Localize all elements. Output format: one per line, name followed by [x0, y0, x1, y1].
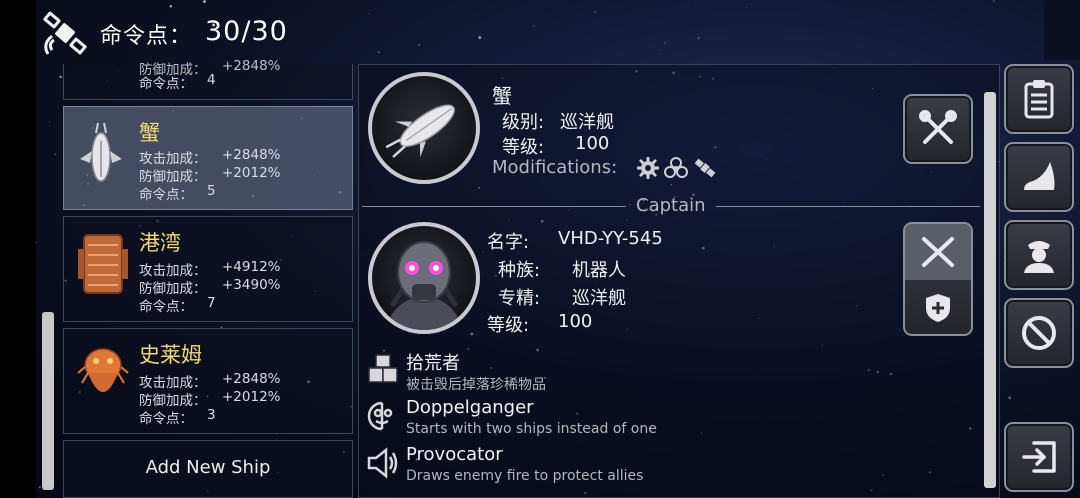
command-points-label: 命令点：: [100, 24, 193, 49]
captain-section-label: Captain: [636, 195, 706, 216]
captain-spec-label: 专精:: [498, 288, 541, 309]
ship-silhouette-icon: [1024, 162, 1055, 190]
star: [664, 42, 666, 44]
crossed-swords-icon: [922, 237, 954, 267]
star: [377, 51, 380, 54]
star: [695, 3, 697, 5]
captain-portrait: [368, 222, 480, 334]
ship-defense-stat: 防御加成： +2012%: [139, 389, 281, 409]
captain-race-label: 种族:: [498, 260, 541, 281]
star: [38, 486, 41, 489]
ship-command-stat: 命令点： 5: [139, 183, 216, 203]
captain-race-value: 机器人: [572, 260, 626, 281]
ship-card[interactable]: 防御加成： +2848% 命令点： 4: [63, 58, 353, 100]
star: [49, 121, 51, 123]
gear-icon: [636, 156, 660, 180]
ship-harbor-image: [78, 229, 128, 299]
detail-scrollbar[interactable]: [984, 92, 996, 488]
crates-icon: [366, 352, 400, 386]
ship-modify-button[interactable]: [903, 94, 973, 164]
ability-description: Starts with two ships instead of one: [406, 421, 657, 437]
ship-command-stat: 命令点： 3: [139, 407, 216, 427]
add-new-ship-button[interactable]: Add New Ship: [63, 440, 353, 498]
star: [418, 44, 421, 46]
officer-icon: [1024, 241, 1054, 273]
add-new-ship-label: Add New Ship: [145, 457, 271, 478]
captain-attack-option[interactable]: [905, 224, 971, 280]
tools-icon: [919, 110, 957, 144]
ship-class-label: 级别:: [502, 112, 545, 133]
ability-title: Provocator: [406, 444, 503, 465]
ship-level-label: 等级:: [502, 137, 545, 158]
clipboard-icon: [1024, 80, 1054, 119]
captain-spec-value: 巡洋舰: [572, 288, 626, 309]
captain-divider-right: [716, 206, 980, 207]
command-points-value: 30/30: [205, 16, 288, 47]
clipboard-button[interactable]: [1004, 64, 1074, 134]
captain-divider-left: [362, 206, 626, 207]
ship-defense-stat: 防御加成： +2012%: [139, 165, 281, 185]
ship-crab-image: [76, 121, 126, 187]
ability-description: 被击毁后掉落珍稀物品: [406, 377, 546, 393]
ability-description: Draws enemy fire to protect allies: [406, 468, 644, 484]
satellite-mod-icon: [692, 156, 718, 180]
captain-name-label: 名字:: [487, 232, 530, 253]
ship-list-scrollbar[interactable]: [42, 312, 54, 490]
star: [745, 6, 747, 8]
captain-defense-option[interactable]: [905, 282, 971, 334]
star: [203, 0, 206, 3]
star: [368, 13, 370, 15]
captain-level-label: 等级:: [487, 315, 530, 336]
star: [169, 5, 172, 8]
ship-command-stat: 命令点： 7: [139, 295, 216, 315]
satellite-icon: [42, 10, 90, 58]
ship-attack-stat: 攻击加成： +4912%: [139, 259, 281, 279]
ship-level-value: 100: [575, 133, 610, 154]
shield-plus-icon: [926, 294, 950, 322]
detail-ship-name: 蟹: [492, 84, 512, 108]
ship-attack-stat: 攻击加成： +2848%: [139, 371, 281, 391]
ship-slime-image: [76, 343, 130, 413]
exit-icon: [1022, 441, 1056, 473]
modifications-label: Modifications:: [492, 157, 618, 178]
star: [594, 11, 596, 13]
ship-name: 蟹: [139, 121, 160, 145]
captain-name-value: VHD-YY-545: [558, 228, 663, 249]
exit-button[interactable]: [1004, 422, 1074, 492]
cancel-button[interactable]: [1004, 298, 1074, 368]
megaphone-icon: [366, 446, 400, 480]
star: [35, 241, 37, 244]
ship-card-selected[interactable]: 蟹 攻击加成： +2848% 防御加成： +2012% 命令点： 5: [63, 106, 353, 210]
ship-hangar-button[interactable]: [1004, 142, 1074, 212]
ship-attack-stat: 攻击加成： +2848%: [139, 147, 281, 167]
ship-command-stat: 命令点： 4: [139, 72, 216, 92]
biohazard-icon: [664, 156, 688, 180]
star: [660, 49, 662, 50]
captain-button[interactable]: [1004, 220, 1074, 290]
ship-card[interactable]: 史莱姆 攻击加成： +2848% 防御加成： +2012% 命令点： 3: [63, 328, 353, 434]
star: [1008, 396, 1012, 400]
star: [697, 37, 700, 39]
prohibited-icon: [1022, 316, 1056, 350]
star: [478, 36, 482, 40]
ability-title: 拾荒者: [406, 353, 460, 374]
captain-level-value: 100: [558, 311, 593, 332]
captain-skill-toggle: [903, 222, 973, 336]
mask-face-icon: [366, 399, 400, 433]
ship-class-value: 巡洋舰: [560, 112, 614, 133]
ship-name: 史莱姆: [139, 343, 202, 367]
ship-name: 港湾: [139, 231, 181, 255]
star: [533, 25, 535, 27]
ability-title: Doppelganger: [406, 397, 534, 418]
ship-defense-stat: 防御加成： +3490%: [139, 277, 281, 297]
star: [59, 75, 62, 79]
star: [54, 153, 57, 156]
star: [992, 0, 995, 2]
ship-portrait: [368, 72, 480, 184]
ship-card[interactable]: 港湾 攻击加成： +4912% 防御加成： +3490% 命令点： 7: [63, 216, 353, 322]
